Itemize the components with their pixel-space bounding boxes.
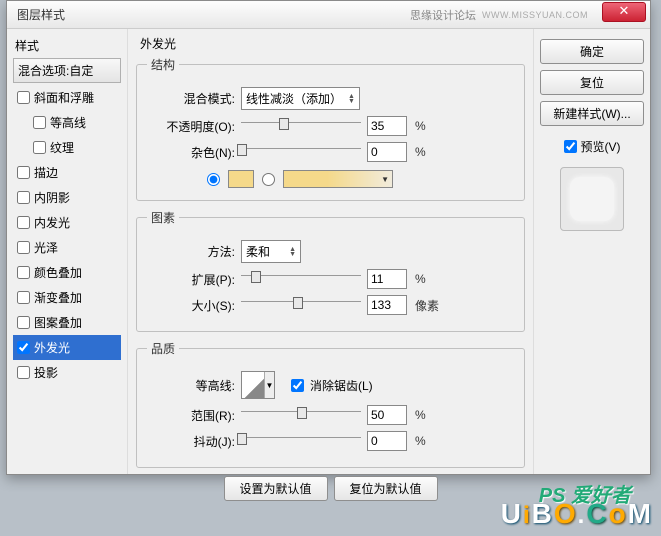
solid-color-swatch[interactable]: [228, 170, 254, 188]
style-pattern-overlay-check[interactable]: [17, 316, 30, 329]
structure-legend: 结构: [147, 56, 179, 73]
spread-input[interactable]: [367, 269, 407, 289]
style-stroke[interactable]: 描边: [13, 160, 121, 185]
style-texture[interactable]: 纹理: [13, 135, 121, 160]
main-panel: 外发光 结构 混合模式: 线性减淡（添加） ▲▼ 不透明度(O): %: [127, 29, 534, 474]
contour-label: 等高线:: [147, 377, 235, 394]
spread-unit: %: [415, 272, 426, 286]
style-contour-check[interactable]: [33, 116, 46, 129]
style-gradient-overlay-check[interactable]: [17, 291, 30, 304]
style-outer-glow-check[interactable]: [17, 341, 30, 354]
quality-legend: 品质: [147, 340, 179, 357]
quality-group: 品质 等高线: ▼ 消除锯齿(L) 范围(R): % 抖动(J):: [136, 340, 525, 468]
jitter-input[interactable]: [367, 431, 407, 451]
solid-color-radio[interactable]: [207, 173, 220, 186]
style-color-overlay-check[interactable]: [17, 266, 30, 279]
antialias-check[interactable]: [291, 379, 304, 392]
ok-button[interactable]: 确定: [540, 39, 644, 64]
range-input[interactable]: [367, 405, 407, 425]
size-input[interactable]: [367, 295, 407, 315]
panel-title: 外发光: [140, 35, 525, 52]
size-unit: 像素: [415, 297, 439, 314]
size-slider[interactable]: [241, 301, 361, 315]
style-gradient-overlay[interactable]: 渐变叠加: [13, 285, 121, 310]
layer-style-dialog: 图层样式 思缘设计论坛 WWW.MISSYUAN.COM ✕ 样式 混合选项:自…: [6, 0, 651, 475]
range-unit: %: [415, 408, 426, 422]
titlebar: 图层样式 思缘设计论坛 WWW.MISSYUAN.COM ✕: [7, 1, 650, 29]
jitter-slider[interactable]: [241, 437, 361, 451]
noise-unit: %: [415, 145, 426, 159]
style-texture-check[interactable]: [33, 141, 46, 154]
dropdown-arrows-icon: ▲▼: [348, 94, 355, 104]
spread-label: 扩展(P):: [147, 271, 235, 288]
style-satin[interactable]: 光泽: [13, 235, 121, 260]
opacity-unit: %: [415, 119, 426, 133]
style-color-overlay[interactable]: 颜色叠加: [13, 260, 121, 285]
style-inner-shadow[interactable]: 内阴影: [13, 185, 121, 210]
technique-label: 方法:: [147, 243, 235, 260]
sidebar-title: 样式: [13, 37, 121, 54]
style-contour[interactable]: 等高线: [13, 110, 121, 135]
watermark-uibo: UiBO.CoM: [501, 498, 651, 530]
blend-options-header[interactable]: 混合选项:自定: [13, 58, 121, 83]
style-bevel[interactable]: 斜面和浮雕: [13, 85, 121, 110]
brand-text: 思缘设计论坛: [410, 7, 476, 23]
opacity-input[interactable]: [367, 116, 407, 136]
cancel-button[interactable]: 复位: [540, 70, 644, 95]
style-inner-glow-check[interactable]: [17, 216, 30, 229]
jitter-unit: %: [415, 434, 426, 448]
noise-input[interactable]: [367, 142, 407, 162]
range-slider[interactable]: [241, 411, 361, 425]
style-bevel-check[interactable]: [17, 91, 30, 104]
jitter-label: 抖动(J):: [147, 433, 235, 450]
gradient-swatch[interactable]: ▼: [283, 170, 393, 188]
style-drop-shadow-check[interactable]: [17, 366, 30, 379]
blend-mode-label: 混合模式:: [147, 90, 235, 107]
size-label: 大小(S):: [147, 297, 235, 314]
style-drop-shadow[interactable]: 投影: [13, 360, 121, 385]
contour-picker[interactable]: ▼: [241, 371, 275, 399]
elements-group: 图素 方法: 柔和 ▲▼ 扩展(P): % 大小(S):: [136, 209, 525, 332]
titlebar-right: 思缘设计论坛 WWW.MISSYUAN.COM ✕: [410, 7, 646, 23]
style-pattern-overlay[interactable]: 图案叠加: [13, 310, 121, 335]
gradient-radio[interactable]: [262, 173, 275, 186]
right-panel: 确定 复位 新建样式(W)... 预览(V): [534, 29, 650, 474]
brand-url: WWW.MISSYUAN.COM: [482, 10, 588, 20]
noise-slider[interactable]: [241, 148, 361, 162]
style-inner-shadow-check[interactable]: [17, 191, 30, 204]
style-satin-check[interactable]: [17, 241, 30, 254]
antialias-label: 消除锯齿(L): [310, 377, 373, 394]
style-stroke-check[interactable]: [17, 166, 30, 179]
elements-legend: 图素: [147, 209, 179, 226]
chevron-down-icon: ▼: [264, 372, 274, 398]
preview-label: 预览(V): [581, 138, 621, 155]
spread-slider[interactable]: [241, 275, 361, 289]
new-style-button[interactable]: 新建样式(W)...: [540, 101, 644, 126]
preview-check[interactable]: [564, 140, 577, 153]
opacity-slider[interactable]: [241, 122, 361, 136]
style-outer-glow[interactable]: 外发光: [13, 335, 121, 360]
style-inner-glow[interactable]: 内发光: [13, 210, 121, 235]
technique-dropdown[interactable]: 柔和 ▲▼: [241, 240, 301, 263]
noise-label: 杂色(N):: [147, 144, 235, 161]
reset-default-button[interactable]: 复位为默认值: [334, 476, 438, 501]
range-label: 范围(R):: [147, 407, 235, 424]
structure-group: 结构 混合模式: 线性减淡（添加） ▲▼ 不透明度(O): % 杂色(N):: [136, 56, 525, 201]
set-default-button[interactable]: 设置为默认值: [224, 476, 328, 501]
dropdown-arrows-icon: ▲▼: [289, 247, 296, 257]
styles-sidebar: 样式 混合选项:自定 斜面和浮雕 等高线 纹理 描边 内阴影 内发光 光泽 颜色…: [7, 29, 127, 474]
window-title: 图层样式: [17, 6, 65, 23]
chevron-down-icon: ▼: [381, 175, 392, 184]
opacity-label: 不透明度(O):: [147, 118, 235, 135]
preview-thumbnail: [560, 167, 624, 231]
close-button[interactable]: ✕: [602, 2, 646, 22]
blend-mode-dropdown[interactable]: 线性减淡（添加） ▲▼: [241, 87, 360, 110]
